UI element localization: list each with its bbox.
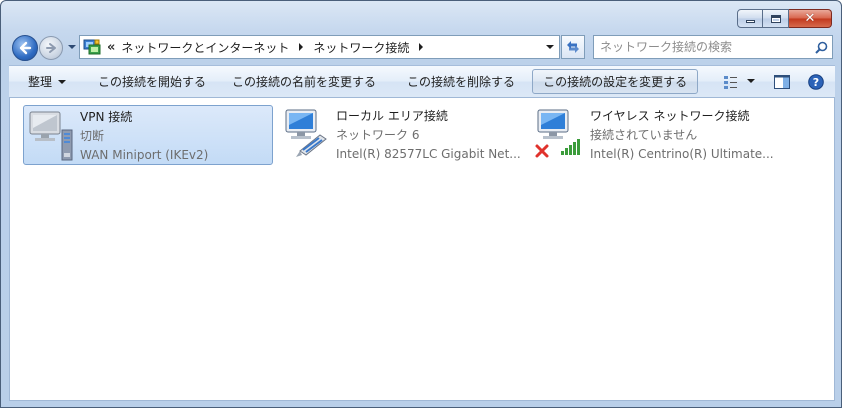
maximize-icon xyxy=(770,14,781,23)
connection-device: Intel(R) Centrino(R) Ultimate... xyxy=(590,147,774,161)
connection-status: 接続されていません xyxy=(590,128,698,142)
connection-text: ワイヤレス ネットワーク接続 接続されていません Intel(R) Centri… xyxy=(590,105,774,165)
connection-item-lan[interactable]: ローカル エリア接続 ネットワーク 6 Intel(R) 82577LC Gig… xyxy=(280,105,530,165)
connection-name: ローカル エリア接続 xyxy=(336,109,448,123)
chevron-down-icon xyxy=(546,44,554,49)
refresh-icon xyxy=(567,41,579,53)
connection-text: VPN 接続 切断 WAN Miniport (IKEv2) xyxy=(80,106,208,164)
search-input[interactable] xyxy=(600,37,810,57)
recent-pages-button[interactable] xyxy=(67,42,77,52)
connection-status: ネットワーク 6 xyxy=(336,128,420,142)
breadcrumb-separator-icon[interactable] xyxy=(419,43,424,51)
address-bar[interactable]: « ネットワークとインターネット ネットワーク接続 xyxy=(79,35,560,59)
network-connections-folder-icon xyxy=(83,39,101,55)
vpn-connection-icon xyxy=(24,106,80,164)
rename-connection-label: この接続の名前を変更する xyxy=(232,75,377,89)
signal-strength-icon xyxy=(561,139,580,155)
lan-connection-icon xyxy=(280,105,336,163)
connection-text: ローカル エリア接続 ネットワーク 6 Intel(R) 82577LC Gig… xyxy=(336,105,521,165)
rename-connection-button[interactable]: この接続の名前を変更する xyxy=(221,69,387,94)
change-settings-label: この接続の設定を変更する xyxy=(543,75,688,89)
start-connection-label: この接続を開始する xyxy=(98,75,207,89)
connection-item-vpn[interactable]: VPN 接続 切断 WAN Miniport (IKEv2) xyxy=(23,105,273,165)
start-connection-button[interactable]: この接続を開始する xyxy=(87,69,217,94)
chevron-down-icon xyxy=(58,79,67,84)
view-details-icon xyxy=(724,75,737,89)
explorer-window: ✕ « ネットワークとインターネット ネットワーク接続 ネットワーク接続の検索 … xyxy=(0,0,842,408)
search-box[interactable] xyxy=(593,35,833,59)
svg-text:?: ? xyxy=(813,76,819,89)
breadcrumb-overflow[interactable]: « xyxy=(107,40,115,55)
close-button[interactable]: ✕ xyxy=(789,9,832,28)
command-bar: 整理 この接続を開始する この接続の名前を変更する この接続を削除する この接続… xyxy=(9,65,835,98)
organize-menu-button[interactable]: 整理 xyxy=(17,69,77,94)
minimize-icon xyxy=(745,20,755,23)
help-button[interactable]: ? xyxy=(801,69,831,94)
maximize-button[interactable] xyxy=(763,9,789,28)
change-settings-button[interactable]: この接続の設定を変更する xyxy=(532,69,699,94)
preview-pane-icon xyxy=(774,74,790,89)
connection-device: WAN Miniport (IKEv2) xyxy=(80,148,209,162)
connection-name: ワイヤレス ネットワーク接続 xyxy=(590,109,750,123)
breadcrumb-separator-icon[interactable] xyxy=(299,43,304,51)
connection-status: 切断 xyxy=(80,129,105,143)
forward-button[interactable] xyxy=(39,36,63,60)
refresh-button[interactable] xyxy=(561,35,585,59)
connection-device: Intel(R) 82577LC Gigabit Net... xyxy=(336,147,521,161)
view-tools: ? xyxy=(719,66,835,97)
delete-connection-label: この接続を削除する xyxy=(407,75,516,89)
connection-item-wireless[interactable]: ワイヤレス ネットワーク接続 接続されていません Intel(R) Centri… xyxy=(534,105,794,165)
help-icon: ? xyxy=(808,73,824,90)
organize-label: 整理 xyxy=(28,75,53,89)
breadcrumb-network-connections[interactable]: ネットワーク接続 xyxy=(313,39,409,56)
arrow-left-icon xyxy=(19,41,32,55)
address-history-dropdown[interactable] xyxy=(541,36,559,58)
change-view-button[interactable] xyxy=(719,69,759,94)
preview-pane-button[interactable] xyxy=(767,69,797,94)
delete-connection-button[interactable]: この接続を削除する xyxy=(396,69,526,94)
chevron-down-icon xyxy=(747,79,755,83)
chevron-down-icon xyxy=(68,45,76,49)
search-button[interactable] xyxy=(810,36,832,58)
breadcrumb-network-internet[interactable]: ネットワークとインターネット xyxy=(121,39,289,56)
caption-buttons: ✕ xyxy=(737,9,832,28)
search-icon xyxy=(814,41,827,54)
connections-view: VPN 接続 切断 WAN Miniport (IKEv2) ローカル エリア接… xyxy=(9,98,835,401)
back-button[interactable] xyxy=(12,35,38,61)
wireless-connection-icon xyxy=(534,105,590,163)
arrow-right-icon xyxy=(46,43,56,53)
minimize-button[interactable] xyxy=(737,9,763,28)
close-icon: ✕ xyxy=(804,11,816,26)
connection-name: VPN 接続 xyxy=(80,110,133,124)
disconnected-x-icon xyxy=(535,144,549,158)
